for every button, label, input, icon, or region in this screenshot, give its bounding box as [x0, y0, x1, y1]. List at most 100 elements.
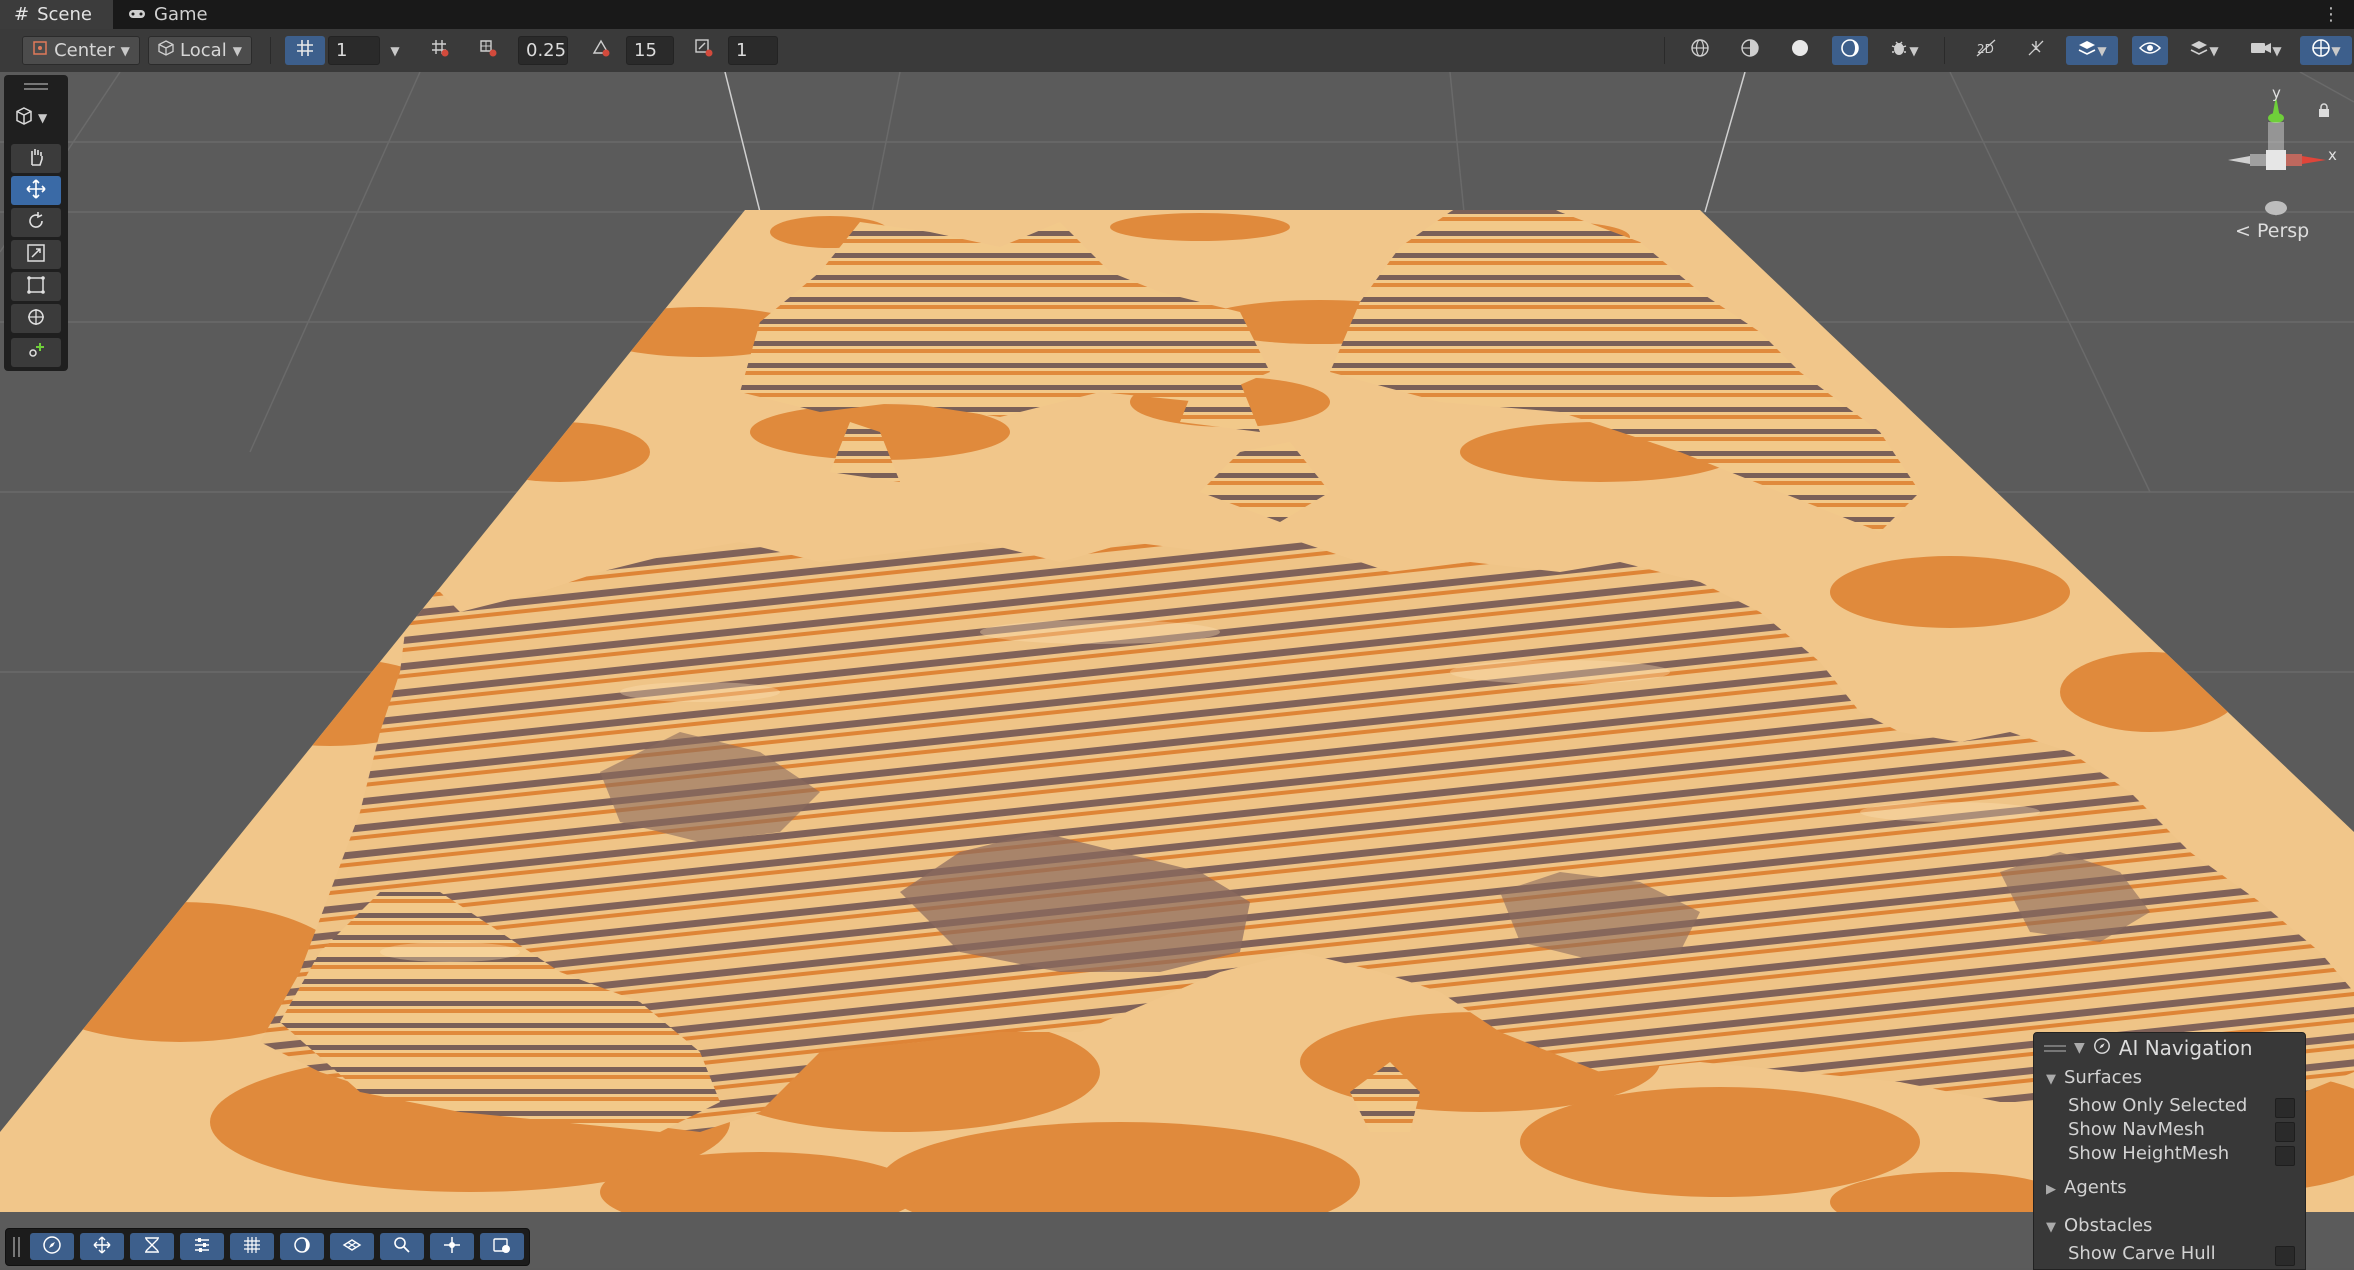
- ruler-overlay-button[interactable]: [130, 1233, 174, 1260]
- grid-size-field[interactable]: 1: [328, 36, 380, 65]
- layers-dropdown[interactable]: ▼: [2178, 36, 2230, 65]
- scene-visibility-toggle[interactable]: [2132, 36, 2168, 65]
- lock-icon[interactable]: [2318, 102, 2330, 121]
- rect-transform-icon: [26, 275, 46, 299]
- cube-local-icon: [158, 40, 174, 61]
- snap-grid-icon: [430, 38, 450, 63]
- terrain-render: [0, 72, 2354, 1212]
- show-heightmesh-checkbox[interactable]: [2275, 1146, 2295, 1166]
- obstacles-foldout[interactable]: ▼ Obstacles: [2034, 1215, 2305, 1239]
- scale-icon: [26, 243, 46, 267]
- chevron-left-icon: <: [2235, 220, 2251, 242]
- show-carve-hull-row[interactable]: Show Carve Hull: [2034, 1243, 2305, 1267]
- lighting-overlay-button[interactable]: [280, 1233, 324, 1260]
- tab-game[interactable]: Game: [114, 0, 252, 29]
- show-heightmesh-label: Show HeightMesh: [2068, 1143, 2230, 1164]
- navigation-agent-button[interactable]: [430, 1233, 474, 1260]
- bug-icon: [1889, 38, 1909, 63]
- tab-bar: # Scene Game ⋮: [0, 0, 2354, 29]
- light-off-icon: [2026, 38, 2046, 63]
- navmesh-overlay-button[interactable]: [330, 1233, 374, 1260]
- gamepad-icon: [128, 4, 146, 25]
- shaded-wireframe-button[interactable]: [1732, 36, 1768, 65]
- 2d-mode-icon: 2D: [1975, 38, 1997, 63]
- neg-x-axis-cone-icon: [2228, 156, 2250, 164]
- show-navmesh-label: Show NavMesh: [2068, 1119, 2205, 1140]
- scene-camera-overlay-button[interactable]: [480, 1233, 524, 1260]
- camera-settings-dropdown[interactable]: ▼: [2240, 36, 2292, 65]
- snap-toggle-button[interactable]: [424, 36, 456, 65]
- align-overlay-button[interactable]: [180, 1233, 224, 1260]
- scale-tool-button[interactable]: [11, 240, 61, 269]
- rotate-snap-value: 15: [634, 40, 657, 61]
- foldout-open-icon: ▼: [2046, 1072, 2056, 1087]
- move-overlay-button[interactable]: [80, 1233, 124, 1260]
- chevron-down-icon: ▼: [2097, 43, 2107, 58]
- scale-snap-button[interactable]: [688, 36, 720, 65]
- drag-handle-icon[interactable]: [2044, 1044, 2066, 1047]
- drag-handle-icon[interactable]: [24, 83, 48, 85]
- grid-plane-dropdown[interactable]: ▼: [382, 36, 408, 65]
- stack-icon: [2189, 38, 2209, 63]
- rotate-tool-button[interactable]: [11, 208, 61, 237]
- eye-icon: [2138, 40, 2162, 61]
- move-tool-button[interactable]: [11, 176, 61, 205]
- scale-snap-field[interactable]: 1: [728, 36, 778, 65]
- tab-game-label: Game: [154, 4, 208, 25]
- cube-icon: [14, 106, 34, 130]
- wireframe-mode-button[interactable]: [1682, 36, 1718, 65]
- transform-tool-button[interactable]: [11, 304, 61, 333]
- surfaces-foldout[interactable]: ▼ Surfaces: [2034, 1067, 2305, 1091]
- surfaces-label: Surfaces: [2064, 1067, 2142, 1088]
- increment-snap-button[interactable]: [472, 36, 504, 65]
- chevron-down-icon: ▼: [2272, 43, 2282, 58]
- chevron-down-icon: ▼: [1909, 43, 1919, 58]
- show-only-selected-row[interactable]: Show Only Selected: [2034, 1095, 2305, 1119]
- projection-label: Persp: [2256, 220, 2310, 242]
- view-options-dropdown[interactable]: ▼: [14, 106, 47, 130]
- show-navmesh-checkbox[interactable]: [2275, 1122, 2295, 1142]
- show-carve-hull-checkbox[interactable]: [2275, 1246, 2295, 1266]
- obstacles-label: Obstacles: [2064, 1215, 2153, 1236]
- ai-navigation-header[interactable]: ▼ AI Navigation: [2034, 1033, 2305, 1063]
- toggle-2d-button[interactable]: 2D: [1968, 36, 2004, 65]
- debug-draw-mode-dropdown[interactable]: ▼: [1878, 36, 1930, 65]
- custom-tool-button[interactable]: [11, 338, 61, 367]
- foldout-closed-icon: ▶: [2046, 1182, 2056, 1197]
- agents-foldout[interactable]: ▶ Agents: [2034, 1177, 2305, 1201]
- shaded-mode-button[interactable]: [1782, 36, 1818, 65]
- projection-toggle[interactable]: < Persp: [2235, 220, 2309, 242]
- grid-toggle-button[interactable]: [285, 36, 325, 65]
- show-navmesh-row[interactable]: Show NavMesh: [2034, 1119, 2305, 1143]
- moon-icon: [292, 1235, 312, 1259]
- snap-increment-field[interactable]: 0.25: [518, 36, 568, 65]
- pivot-mode-dropdown[interactable]: Center ▼: [22, 36, 140, 65]
- ai-navigation-title: AI Navigation: [2118, 1036, 2253, 1060]
- toolbar-divider: [1664, 37, 1665, 64]
- show-only-selected-checkbox[interactable]: [2275, 1098, 2295, 1118]
- show-heightmesh-row[interactable]: Show HeightMesh: [2034, 1143, 2305, 1167]
- lit-mode-button[interactable]: [1832, 36, 1868, 65]
- overlays-dropdown[interactable]: ▼: [2066, 36, 2118, 65]
- rotate-snap-button[interactable]: [585, 36, 617, 65]
- scene-lighting-toggle[interactable]: [2018, 36, 2054, 65]
- search-icon: [392, 1235, 412, 1259]
- tab-scene[interactable]: # Scene: [0, 0, 113, 29]
- more-options-icon[interactable]: ⋮: [2322, 4, 2340, 25]
- grid-overlay-button[interactable]: [230, 1233, 274, 1260]
- compass-icon: [42, 1235, 62, 1259]
- scene-viewport[interactable]: [0, 72, 2354, 1268]
- hand-tool-button[interactable]: [11, 144, 61, 173]
- layers-overlay-icon: [2077, 38, 2097, 63]
- rotate-snap-field[interactable]: 15: [626, 36, 674, 65]
- toolbar-grip-icon[interactable]: [13, 1237, 20, 1257]
- pivot-rotation-dropdown[interactable]: Local ▼: [148, 36, 252, 65]
- scale-snap-icon: [694, 38, 714, 63]
- ai-navigation-button[interactable]: [30, 1233, 74, 1260]
- collapse-triangle-icon[interactable]: ▼: [2074, 1040, 2085, 1056]
- orientation-gizmo[interactable]: y x: [2216, 84, 2337, 238]
- gizmos-dropdown[interactable]: ▼: [2300, 36, 2352, 65]
- rect-tool-button[interactable]: [11, 272, 61, 301]
- search-overlay-button[interactable]: [380, 1233, 424, 1260]
- hand-icon: [26, 147, 46, 171]
